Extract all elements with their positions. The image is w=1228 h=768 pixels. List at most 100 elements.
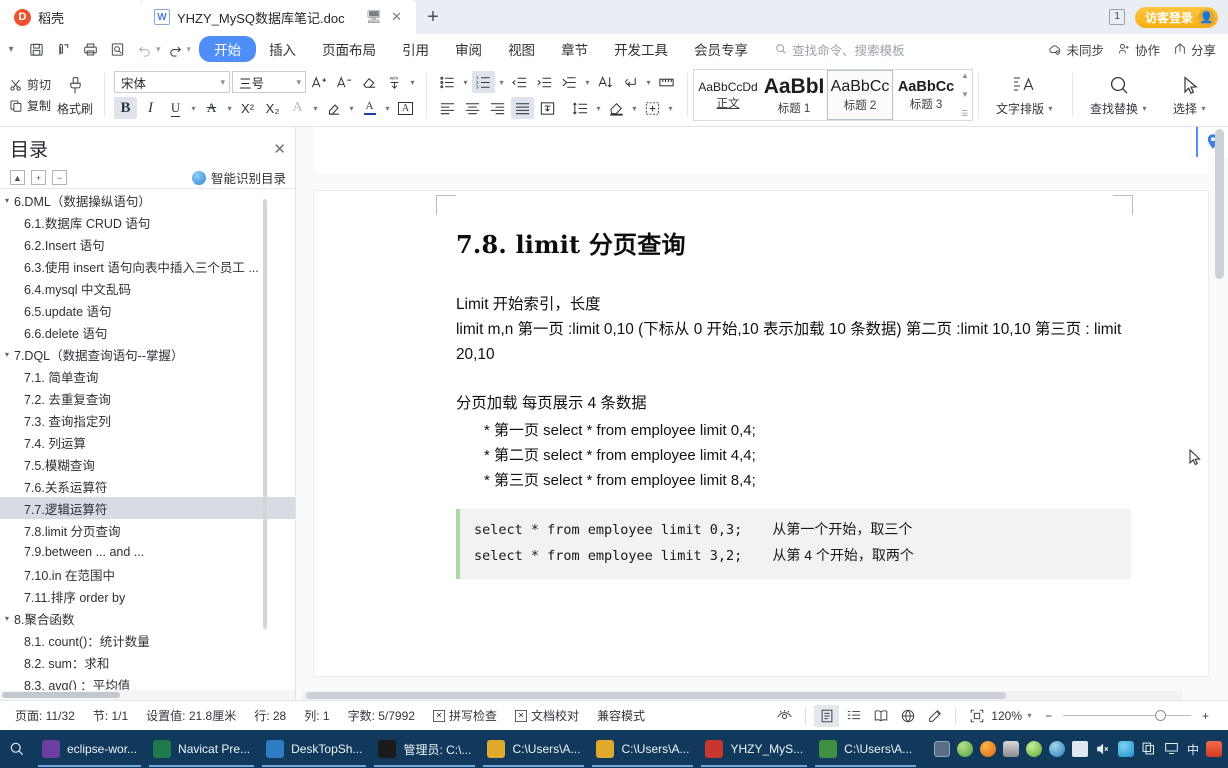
text-effect-button[interactable]: A	[286, 97, 309, 119]
tools-icon[interactable]	[1002, 741, 1019, 757]
eye-protect-icon[interactable]	[772, 705, 797, 727]
toc-item[interactable]: 6.1.数据库 CRUD 语句	[0, 211, 296, 233]
format-painter-button[interactable]: 格式刷	[51, 73, 99, 117]
borders-icon[interactable]	[641, 97, 664, 119]
collaborate-button[interactable]: 协作	[1117, 40, 1160, 59]
taskbar-app[interactable]: Navicat Pre...	[145, 730, 258, 768]
toc-item[interactable]: 7.1. 简单查询	[0, 365, 296, 387]
font-family-select[interactable]: 宋体 ▾	[114, 71, 231, 93]
key-icon[interactable]	[979, 741, 996, 757]
tab-docer-home[interactable]: D 稻壳	[0, 0, 140, 34]
tab-references[interactable]: 引用	[389, 36, 442, 62]
copy-icon[interactable]	[1141, 741, 1157, 757]
tab-view[interactable]: 视图	[495, 36, 548, 62]
pinyin-guide-icon[interactable]: wén	[383, 71, 406, 93]
chevron-down-icon[interactable]: ▾	[630, 104, 639, 113]
shading-icon[interactable]	[605, 97, 628, 119]
status-proofread[interactable]: ✕ 文档校对	[506, 707, 588, 724]
battery-icon[interactable]	[1071, 741, 1088, 757]
edit-mode-icon[interactable]	[922, 705, 947, 727]
chevron-down-icon[interactable]: ▾	[594, 104, 603, 113]
cloud-sync-button[interactable]: 未同步	[1048, 40, 1104, 59]
char-border-button[interactable]: A	[394, 97, 417, 119]
outline-view-icon[interactable]	[841, 705, 866, 727]
toc-item[interactable]: 7.11.排序 order by	[0, 585, 296, 607]
styles-scroll-buttons[interactable]: ▲ ▼ ☰	[959, 70, 971, 120]
chevron-down-icon[interactable]: ▾	[347, 104, 356, 113]
chevron-down-icon[interactable]: ▾	[497, 78, 506, 87]
font-grow-icon[interactable]	[308, 71, 331, 93]
toc-item[interactable]: 7.2. 去重复查询	[0, 387, 296, 409]
tab-developer-tools[interactable]: 开发工具	[601, 36, 681, 62]
window-count-badge[interactable]: 1	[1109, 9, 1125, 25]
status-word-count[interactable]: 字数: 5/7992	[339, 707, 424, 724]
merge-paragraph-icon[interactable]	[558, 71, 581, 93]
zoom-slider[interactable]	[1063, 709, 1191, 723]
tab-page-layout[interactable]: 页面布局	[309, 36, 389, 62]
collapse-all-icon[interactable]: ▲	[10, 170, 25, 185]
strikethrough-button[interactable]: A	[200, 97, 223, 119]
chevron-down-icon[interactable]: ▾	[189, 104, 198, 113]
distribute-text-icon[interactable]	[536, 97, 559, 119]
toc-list[interactable]: ▾ 6.DML（数据操纵语句） 6.1.数据库 CRUD 语句 6.2.Insert …	[0, 188, 296, 700]
status-compat-mode[interactable]: 兼容模式	[588, 707, 654, 724]
earth-icon[interactable]	[956, 741, 973, 757]
status-spellcheck[interactable]: ✕ 拼写检查	[424, 707, 506, 724]
clear-format-icon[interactable]	[358, 71, 381, 93]
toc-item[interactable]: 6.5.update 语句	[0, 299, 296, 321]
toc-item[interactable]: ▾ 6.DML（数据操纵语句）	[0, 189, 296, 211]
chevron-down-icon[interactable]: ▾	[383, 104, 392, 113]
align-left-icon[interactable]	[436, 97, 459, 119]
new-tab-button[interactable]: +	[416, 0, 450, 34]
chevron-down-icon[interactable]: ▾	[1025, 711, 1034, 720]
numbered-list-icon[interactable]: 123	[472, 71, 496, 93]
toc-item[interactable]: 8.1. count()：统计数量	[0, 629, 296, 651]
taskbar-app[interactable]: C:\Users\A...	[588, 730, 697, 768]
align-center-icon[interactable]	[461, 97, 484, 119]
chevron-down-icon[interactable]: ▾	[408, 78, 417, 87]
chevron-down-icon[interactable]: ▾	[0, 196, 14, 205]
expand-level-icon[interactable]: +	[31, 170, 46, 185]
tab-insert[interactable]: 插入	[256, 36, 309, 62]
taskbar-app[interactable]: eclipse-wor...	[34, 730, 145, 768]
toc-item[interactable]: 7.9.between ... and ...	[0, 541, 296, 563]
chevron-down-icon[interactable]: ▾	[1199, 104, 1208, 113]
guest-login-button[interactable]: 访客登录 👤	[1134, 6, 1218, 28]
toc-item[interactable]: 8.2. sum：求和	[0, 651, 296, 673]
chevron-down-icon[interactable]: ▾	[311, 104, 320, 113]
increase-indent-icon[interactable]	[533, 71, 556, 93]
toc-item[interactable]: 7.8.limit 分页查询	[0, 519, 296, 541]
subscript-button[interactable]: X₂	[261, 97, 284, 119]
smart-toc-button[interactable]: 智能识别目录	[191, 168, 286, 187]
line-spacing-icon[interactable]	[569, 97, 592, 119]
toc-item[interactable]: 7.10.in 在范围中	[0, 563, 296, 585]
undo-icon[interactable]	[132, 37, 157, 61]
style-heading-1[interactable]: AaBbI 标题 1	[761, 70, 827, 120]
zoom-in-button[interactable]: +	[1193, 705, 1218, 727]
chevron-down-icon[interactable]: ▾	[644, 78, 653, 87]
chevron-down-icon[interactable]: ▾	[0, 614, 14, 623]
status-setting-value[interactable]: 设置值: 21.8厘米	[137, 707, 245, 724]
styles-more-icon[interactable]: ☰	[961, 110, 969, 118]
toc-item[interactable]: 7.4. 列运算	[0, 431, 296, 453]
chevron-down-icon[interactable]: ▾	[461, 78, 470, 87]
copy-button[interactable]: 复制	[9, 97, 51, 114]
zoom-slider-knob[interactable]	[1155, 710, 1166, 721]
close-tab-icon[interactable]: ✕	[391, 9, 402, 25]
toc-item[interactable]: ▾ 8.聚合函数	[0, 607, 296, 629]
fit-page-icon[interactable]	[964, 705, 989, 727]
toc-item[interactable]: 6.6.delete 语句	[0, 321, 296, 343]
chevron-down-icon[interactable]: ▾	[1140, 104, 1149, 113]
zoom-out-button[interactable]: −	[1036, 705, 1061, 727]
toc-item[interactable]: 6.3.使用 insert 语句向表中插入三个员工 ...	[0, 255, 296, 277]
document-canvas[interactable]: 7.8. limit 分页查询 Limit 开始索引，长度 limit m,n …	[296, 127, 1228, 700]
checkbox-tray-icon[interactable]	[933, 741, 950, 757]
chevron-down-icon[interactable]: ▾	[1046, 104, 1055, 113]
ime-chinese-icon[interactable]: 中	[1187, 741, 1199, 758]
tab-review[interactable]: 审阅	[442, 36, 495, 62]
toc-item[interactable]: 6.4.mysql 中文乱码	[0, 277, 296, 299]
select-button[interactable]: 选择 ▾	[1161, 74, 1220, 117]
cut-button[interactable]: 剪切	[9, 76, 51, 93]
italic-button[interactable]: I	[139, 97, 162, 119]
chevron-down-icon[interactable]: ▾	[583, 78, 592, 87]
